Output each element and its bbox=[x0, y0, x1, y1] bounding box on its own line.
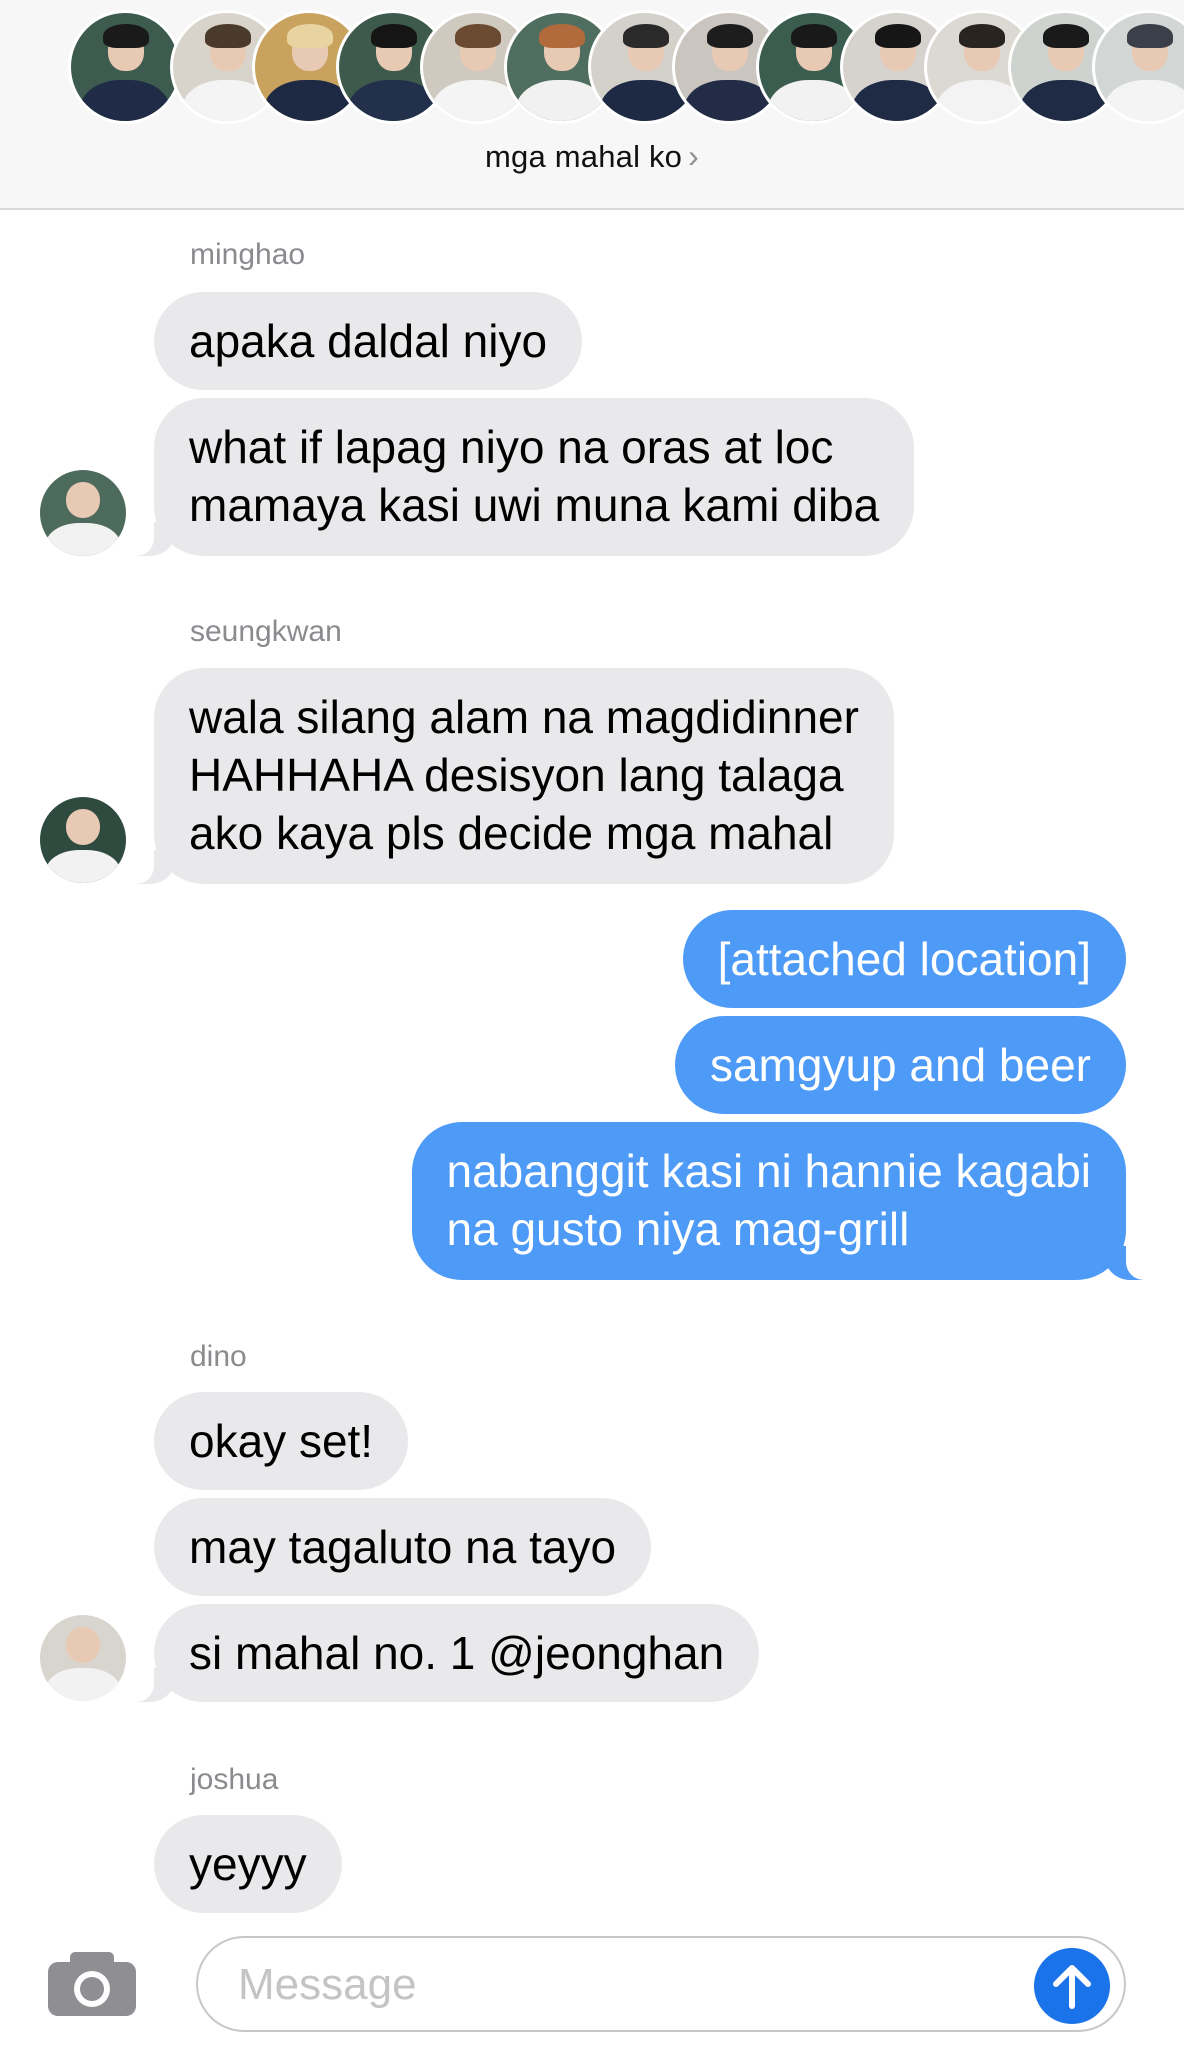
outgoing-message[interactable]: nabanggit kasi ni hannie kagabi na gusto… bbox=[411, 1122, 1160, 1280]
message-input[interactable] bbox=[236, 1938, 1000, 2032]
outgoing-message[interactable]: [attached location] bbox=[682, 910, 1126, 1008]
avatar[interactable] bbox=[40, 797, 126, 883]
incoming-message[interactable]: what if lapag niyo na oras at loc mamaya… bbox=[119, 398, 915, 556]
incoming-message[interactable]: okay set! bbox=[154, 1392, 409, 1490]
message-field[interactable] bbox=[196, 1936, 1126, 2032]
sender-name: minghao bbox=[190, 238, 306, 271]
chat-header: mga mahal ko › bbox=[0, 0, 1184, 210]
camera-icon[interactable] bbox=[48, 1950, 136, 2016]
sender-name: dino bbox=[190, 1340, 247, 1373]
avatar[interactable] bbox=[40, 1615, 126, 1701]
incoming-message[interactable]: wala silang alam na magdidinner HAHHAHA … bbox=[120, 668, 894, 884]
avatar[interactable] bbox=[40, 470, 126, 556]
incoming-message[interactable]: may tagaluto na tayo bbox=[154, 1498, 652, 1596]
sender-name: seungkwan bbox=[190, 615, 342, 648]
arrow-up-icon bbox=[1053, 1965, 1091, 2009]
group-name: mga mahal ko bbox=[485, 139, 683, 174]
member-avatar[interactable] bbox=[68, 10, 182, 124]
compose-bar bbox=[0, 1922, 1184, 2048]
group-title[interactable]: mga mahal ko › bbox=[0, 138, 1184, 175]
outgoing-message[interactable]: samgyup and beer bbox=[674, 1016, 1126, 1114]
send-button[interactable] bbox=[1034, 1948, 1110, 2024]
sender-name: joshua bbox=[190, 1763, 279, 1796]
incoming-message[interactable]: yeyyy bbox=[154, 1815, 342, 1913]
incoming-message[interactable]: si mahal no. 1 @jeonghan bbox=[119, 1604, 760, 1702]
chevron-right-icon: › bbox=[688, 138, 699, 174]
incoming-message[interactable]: apaka daldal niyo bbox=[154, 292, 583, 390]
group-avatars[interactable] bbox=[0, 0, 1184, 132]
